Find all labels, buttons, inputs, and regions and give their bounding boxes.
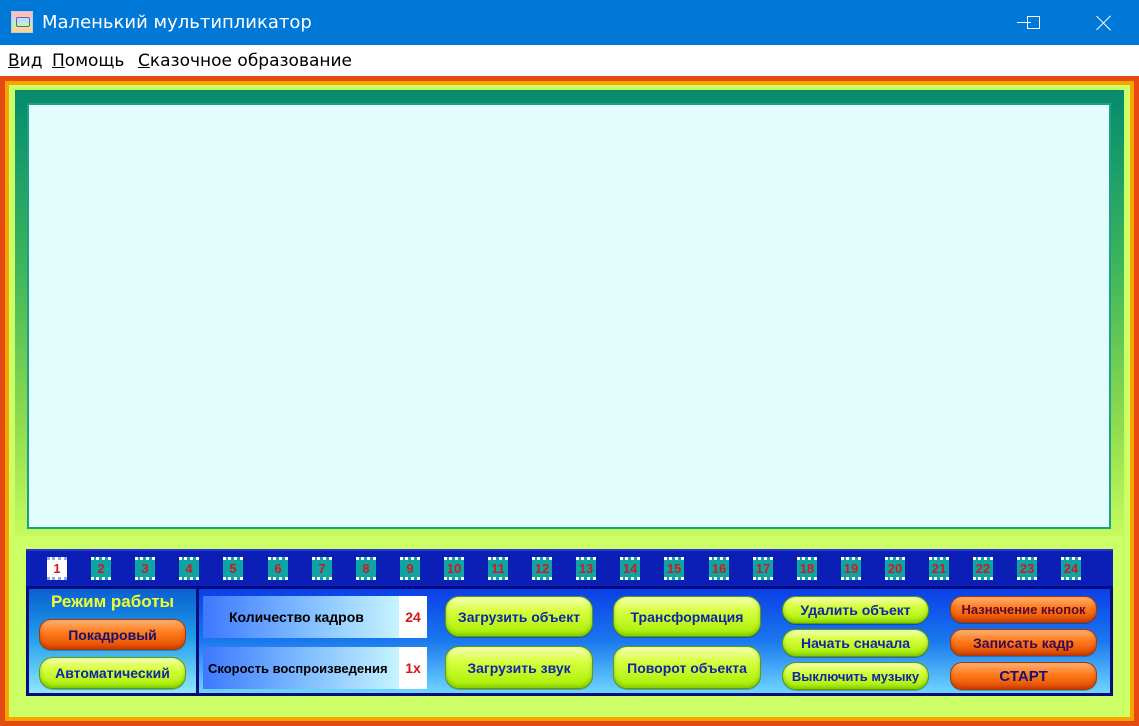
menu-view[interactable]: Вид [8, 51, 42, 71]
animation-canvas[interactable] [27, 103, 1111, 529]
load-object-button[interactable]: Загрузить объект [445, 596, 593, 637]
frame-cell-5[interactable]: 5 [223, 557, 243, 580]
frame-cell-15[interactable]: 15 [664, 557, 684, 580]
close-button[interactable] [1081, 0, 1127, 45]
rotate-object-button[interactable]: Поворот объекта [613, 646, 761, 689]
menu-bar: Вид Помощь Сказочное образование [0, 45, 1139, 76]
maximize-icon [1026, 16, 1040, 29]
frame-cell-16[interactable]: 16 [709, 557, 729, 580]
record-frame-button[interactable]: Записать кадр [950, 629, 1097, 656]
frame-cell-12[interactable]: 12 [532, 557, 552, 580]
start-over-button[interactable]: Начать сначала [782, 629, 929, 657]
frame-count-value: 24 [399, 596, 427, 638]
frame-cell-24[interactable]: 24 [1061, 557, 1081, 580]
frame-cell-8[interactable]: 8 [356, 557, 376, 580]
music-off-button[interactable]: Выключить музыку [782, 662, 929, 690]
frame-cell-19[interactable]: 19 [841, 557, 861, 580]
frame-cell-3[interactable]: 3 [135, 557, 155, 580]
transform-button[interactable]: Трансформация [613, 596, 761, 637]
automatic-button[interactable]: Автоматический [39, 657, 186, 689]
menu-help[interactable]: Помощь [52, 51, 124, 71]
frame-cell-14[interactable]: 14 [620, 557, 640, 580]
frame-cell-22[interactable]: 22 [973, 557, 993, 580]
app-icon[interactable] [11, 11, 33, 33]
start-button[interactable]: СТАРТ [950, 662, 1097, 690]
speed-value: 1x [399, 647, 427, 689]
frame-by-frame-button[interactable]: Покадровый [39, 619, 186, 650]
frame-cell-4[interactable]: 4 [179, 557, 199, 580]
menu-fairy-education[interactable]: Сказочное образование [138, 51, 352, 71]
frame-cell-18[interactable]: 18 [797, 557, 817, 580]
frame-cell-23[interactable]: 23 [1017, 557, 1037, 580]
maximize-button[interactable] [1010, 0, 1056, 45]
frame-strip: 1 2 3 4 5 6 7 8 9 10 11 12 13 14 15 16 17 18 19 20 21 22 23 24 [26, 549, 1113, 586]
load-sound-button[interactable]: Загрузить звук [445, 646, 593, 689]
mode-title: Режим работы [50, 592, 175, 611]
frame-cell-21[interactable]: 21 [929, 557, 949, 580]
frame-count-label: Количество кадров [203, 596, 399, 638]
window-title: Маленький мультипликатор [42, 12, 312, 33]
frame-cell-2[interactable]: 2 [91, 557, 111, 580]
frame-cell-1[interactable]: 1 [47, 557, 67, 580]
frame-cell-13[interactable]: 13 [576, 557, 596, 580]
delete-object-button[interactable]: Удалить объект [782, 596, 929, 624]
close-icon [1096, 15, 1112, 31]
frame-cell-11[interactable]: 11 [488, 557, 508, 580]
title-bar: Маленький мультипликатор [0, 0, 1139, 45]
frame-cell-7[interactable]: 7 [312, 557, 332, 580]
speed-label: Скорость воспроизведения [203, 647, 399, 689]
frame-cell-17[interactable]: 17 [753, 557, 773, 580]
button-assignment-button[interactable]: Назначение кнопок [950, 596, 1097, 623]
frame-cell-20[interactable]: 20 [885, 557, 905, 580]
frame-cell-10[interactable]: 10 [444, 557, 464, 580]
frame-cell-9[interactable]: 9 [400, 557, 420, 580]
frame-cell-6[interactable]: 6 [268, 557, 288, 580]
